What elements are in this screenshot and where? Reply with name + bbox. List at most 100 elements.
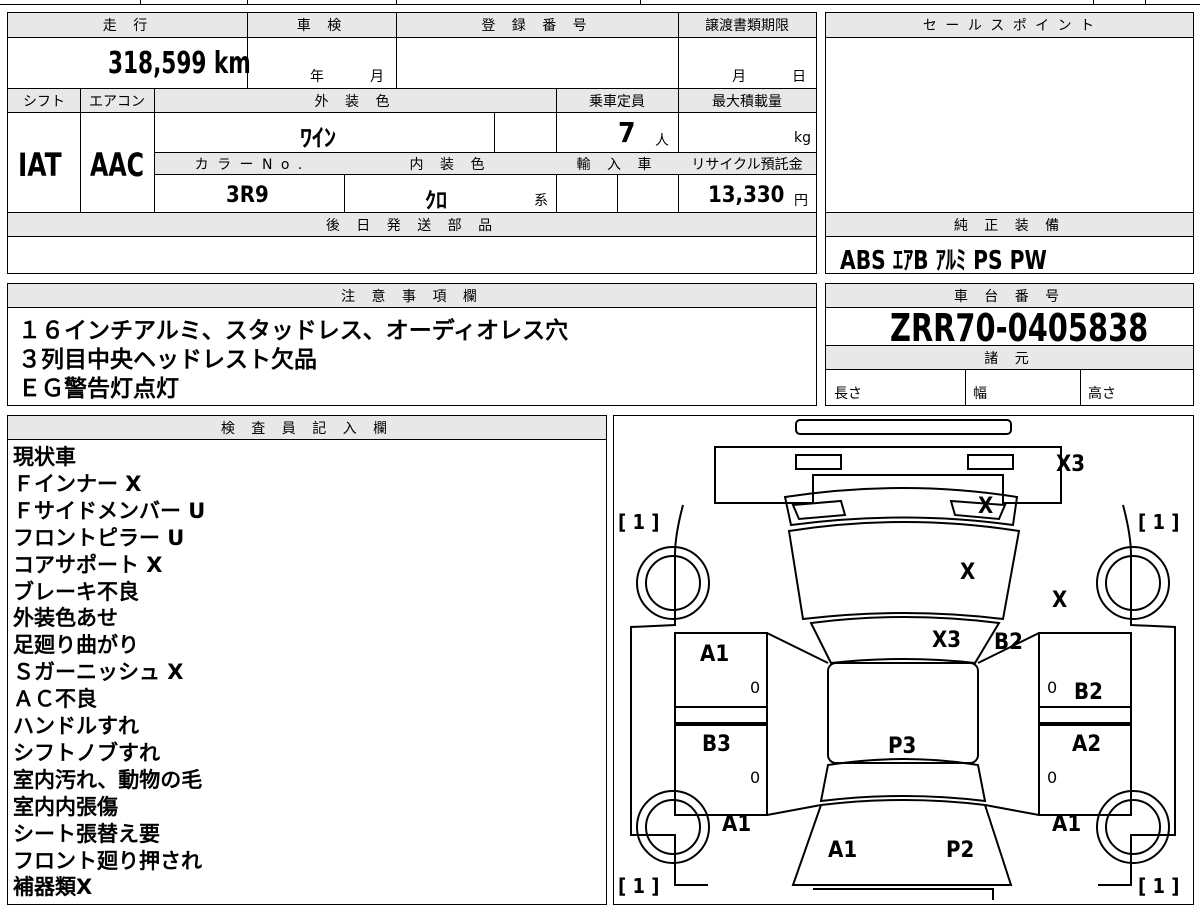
tire-mark-rear-left: [ 1 ] — [618, 874, 660, 898]
wheel-front-right-inner — [1105, 555, 1161, 611]
wheel-front-left-inner — [645, 555, 701, 611]
inspector-line: Ｓガーニッシュ X — [13, 660, 184, 685]
headlight-left — [795, 454, 842, 470]
mark-b3-left-rear-door: B3 — [702, 732, 731, 757]
later-parts-header: 後 日 発 送 部 品 — [325, 218, 499, 234]
month-unit: 月 — [370, 69, 384, 85]
wheel-rear-right-inner — [1105, 799, 1161, 855]
width-label: 幅 — [973, 386, 987, 402]
tire-mark-front-right: [ 1 ] — [1138, 510, 1180, 534]
recycle-fee-header: リサイクル預託金 — [691, 157, 803, 173]
divider — [678, 13, 679, 88]
mark-zero: 0 — [750, 768, 761, 787]
chassis-number: ZRR70-0405838 — [890, 306, 1149, 350]
inspector-line: ハンドルすれ — [13, 714, 139, 738]
top-fragment-divider — [396, 0, 397, 5]
mark-a1-left-quarter: A1 — [722, 812, 752, 837]
height-label: 高さ — [1088, 386, 1116, 402]
shift-header: シフト — [23, 94, 65, 110]
capacity-header: 乗車定員 — [589, 94, 645, 110]
recycle-fee-unit: 円 — [794, 193, 808, 209]
tire-mark-rear-right: [ 1 ] — [1138, 874, 1180, 898]
mark-a1-rear-left: A1 — [828, 838, 858, 863]
mileage-header: 走 行 — [102, 18, 154, 34]
deadline-day: 日 — [792, 69, 806, 85]
mark-a1-left-front-door: A1 — [700, 642, 730, 667]
registration-header: 登 録 番 号 — [481, 18, 593, 34]
inspector-header: 検 査 員 記 入 欄 — [220, 421, 394, 437]
divider — [678, 89, 679, 212]
inspector-line: フロント廻り押され — [13, 848, 202, 873]
top-edge-line — [0, 4, 1200, 5]
inspector-line: Ｆサイドメンバー U — [13, 498, 206, 523]
divider — [556, 89, 557, 212]
divider — [494, 112, 495, 152]
inspector-line: 補器類X — [13, 875, 93, 900]
mark-b2-fender: B2 — [994, 630, 1023, 655]
max-load-header: 最大積載量 — [712, 94, 782, 110]
inspector-line: Ｆインナー X — [13, 471, 142, 496]
color-no-header: カ ラ ー N o . — [194, 157, 305, 173]
inspector-line: ＡＣ不良 — [13, 687, 97, 712]
shift-value: IAT — [18, 146, 62, 184]
color-no-value: 3R9 — [226, 183, 269, 208]
transfer-deadline-header: 譲渡書類期限 — [705, 18, 789, 34]
year-unit: 年 — [310, 69, 324, 85]
inspector-line: 外装色あせ — [13, 606, 118, 631]
hood-outline — [787, 521, 1021, 621]
import-header: 輸 入 車 — [576, 157, 658, 173]
inspector-line: シフトノブすれ — [13, 740, 160, 765]
deadline-month: 月 — [732, 69, 746, 85]
wheel-front-left — [636, 546, 710, 620]
headlight-right — [967, 454, 1014, 470]
cowl-outline — [809, 616, 1001, 665]
top-fragment-divider — [1093, 0, 1094, 5]
inspector-line: コアサポート X — [13, 552, 163, 577]
divider — [1080, 369, 1081, 406]
mark-b2-right-front-door: B2 — [1074, 680, 1103, 705]
chassis-header: 車 台 番 号 — [953, 289, 1066, 305]
mark-x-front-glass: X — [978, 494, 994, 519]
interior-color-header: 内 装 色 — [409, 157, 491, 173]
inspector-line: 室内汚れ、動物の毛 — [13, 767, 203, 792]
divider — [80, 89, 81, 212]
top-fragment-divider — [640, 0, 641, 5]
capacity-unit: 人 — [655, 133, 669, 149]
spec-header: 諸 元 — [984, 351, 1035, 367]
inspector-line: 足廻り曲がり — [13, 633, 139, 658]
rear-glass-outline — [819, 758, 987, 803]
inspector-line: フロントピラー U — [13, 525, 185, 550]
length-label: 長さ — [834, 386, 862, 402]
wheel-front-right — [1096, 546, 1170, 620]
aircon-header: エアコン — [89, 94, 145, 110]
rear-bumper — [813, 888, 994, 900]
rear-quarter-right — [984, 804, 1040, 816]
inspector-line: 現状車 — [13, 445, 76, 469]
mark-zero: 0 — [750, 678, 761, 697]
genuine-equipment-header: 純 正 装 備 — [953, 218, 1066, 234]
top-fragment-divider — [1145, 0, 1146, 5]
mark-x3-top: X3 — [1056, 452, 1086, 477]
mark-p2-rear-right: P2 — [946, 838, 975, 863]
inspector-line: シート張替え要 — [13, 821, 160, 846]
wheel-rear-left — [636, 790, 710, 864]
front-bumper-strip — [795, 419, 1012, 435]
exterior-color-header: 外 装 色 — [314, 94, 396, 110]
divider — [396, 13, 397, 88]
sales-point-header: セ ー ル ス ポ イ ン ト — [922, 18, 1097, 34]
tire-mark-front-left: [ 1 ] — [618, 510, 660, 534]
aircon-value: AAC — [90, 146, 145, 184]
mileage-value: 318,599 km — [108, 46, 251, 81]
rear-quarter-left — [766, 804, 822, 816]
wheel-rear-left-inner — [645, 799, 701, 855]
mark-x-right-fender: X — [1052, 588, 1068, 613]
divider — [154, 89, 155, 212]
interior-color-value: ｸﾛ — [425, 189, 448, 214]
load-unit: kg — [794, 130, 811, 146]
notes-line: ＥＧ警告灯点灯 — [18, 376, 179, 402]
genuine-equipment-value: ABS ｴｱB ｱﾙﾐ PS PW — [840, 246, 1047, 276]
mark-x-hood: X — [960, 560, 976, 585]
capacity-value: 7 — [618, 116, 636, 149]
inspector-line: ブレーキ不良 — [13, 579, 139, 604]
wheel-rear-right — [1096, 790, 1170, 864]
